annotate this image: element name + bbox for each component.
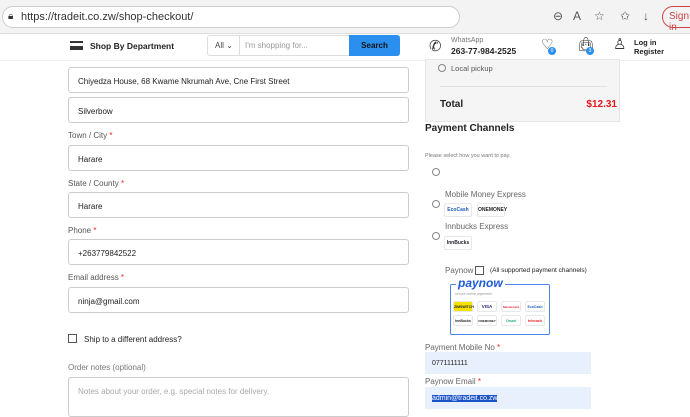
onemoney-logo-small: ONEMONEY [477, 315, 497, 326]
town-label: Town / City * [68, 131, 113, 140]
lock-icon: 🔒︎ [8, 11, 14, 22]
local-pickup-label: Local pickup [451, 64, 493, 73]
mobile-money-radio[interactable] [432, 200, 440, 208]
telecash-logo: telecash [525, 315, 545, 326]
paynow-tagline: secure online payments [455, 292, 492, 296]
search-input[interactable]: I'm shopping for... [245, 41, 308, 50]
paynow-label: Paynow [445, 266, 474, 275]
favorites-icon[interactable]: ✩ [620, 9, 630, 23]
whatsapp-number[interactable]: 263-77-984-2525 [451, 46, 516, 56]
user-icon[interactable]: ♙ [613, 35, 626, 53]
address-bar[interactable]: 🔒︎ https://tradeit.co.zw/shop-checkout/ [2, 6, 460, 28]
ecocash-logo: EcoCash [444, 203, 472, 217]
ship-different-label: Ship to a different address? [84, 335, 182, 344]
phone-input[interactable]: +263779842522 [68, 239, 409, 265]
innbucks-label: Innbucks Express [445, 222, 509, 231]
zimswitch-logo: ZIMSWITCH [453, 301, 474, 312]
ecocash-logo-small: EcoCash [525, 301, 545, 312]
payment-title: Payment Channels [425, 123, 515, 134]
town-input[interactable]: Harare [68, 145, 409, 171]
read-aloud-icon[interactable]: A [573, 9, 581, 23]
paynow-methods: ZIMSWITCH VISA Mastercard EcoCash InnBuc… [453, 301, 549, 326]
wishlist-badge: 0 [548, 47, 556, 55]
category-select[interactable]: All ⌄ [207, 35, 240, 56]
mastercard-logo: Mastercard [501, 301, 521, 312]
payment-mobile-input[interactable]: 0771111111 [425, 352, 591, 374]
innbucks-radio[interactable] [432, 232, 440, 240]
paynow-checkbox[interactable] [475, 266, 484, 275]
total-label: Total [440, 99, 464, 110]
download-icon[interactable]: ↓ [643, 9, 649, 23]
chevron-down-icon: ⌄ [226, 41, 233, 50]
onemoney-logo: ONEMONEY [477, 203, 507, 217]
payment-radio-blank[interactable] [432, 168, 440, 176]
total-value: $12.31 [586, 99, 617, 110]
register-link[interactable]: Register [634, 47, 664, 56]
sign-in-button[interactable]: Sign in [662, 6, 690, 33]
address-line1-input[interactable]: Chiyedza House, 68 Kwame Nkrumah Ave, Cn… [68, 67, 409, 93]
category-value: All [215, 41, 224, 50]
visa-logo: VISA [477, 301, 497, 312]
mobile-money-label: Mobile Money Express [445, 190, 526, 199]
paynow-logo: paynow [456, 276, 505, 290]
paynow-email-label: Paynow Email * [425, 377, 482, 386]
search-button[interactable]: Search [349, 35, 400, 56]
omari-logo: Omari [501, 315, 521, 326]
innbucks-logo-small: InnBucks [453, 315, 473, 326]
paynow-email-input[interactable]: admin@tradeit.co.zw [425, 387, 591, 409]
notes-textarea[interactable]: Notes about your order, e.g. special not… [68, 377, 409, 417]
divider [440, 86, 607, 87]
notes-label: Order notes (optional) [68, 363, 146, 372]
local-pickup-radio[interactable] [438, 64, 446, 72]
state-input[interactable]: Harare [68, 192, 409, 218]
cart-badge: 3 [586, 47, 594, 55]
email-input[interactable]: ninja@gmail.com [68, 287, 409, 313]
innbucks-logo: InnBucks [444, 236, 472, 250]
paynow-note: (All supported payment channels) [490, 267, 587, 274]
paynow-email-value: admin@tradeit.co.zw [432, 395, 498, 402]
zoom-icon[interactable]: ⊖ [553, 9, 563, 23]
phone-icon: ✆ [429, 38, 442, 55]
whatsapp-label: WhatsApp [451, 37, 484, 44]
login-link[interactable]: Log in [634, 38, 657, 47]
address-line2-input[interactable]: Silverbow [68, 97, 409, 123]
payment-mobile-label: Payment Mobile No * [425, 343, 501, 352]
ship-different-checkbox[interactable] [68, 334, 77, 343]
email-label: Email address * [68, 273, 125, 282]
state-label: State / County * [68, 179, 125, 188]
shop-by-department[interactable]: Shop By Department [90, 41, 174, 51]
payment-subtitle: Please select how you want to pay. [425, 153, 511, 159]
menu-icon[interactable] [70, 41, 83, 50]
url-text: https://tradeit.co.zw/shop-checkout/ [21, 11, 194, 23]
favorite-star-icon[interactable]: ☆ [594, 9, 605, 23]
phone-label: Phone * [68, 226, 97, 235]
